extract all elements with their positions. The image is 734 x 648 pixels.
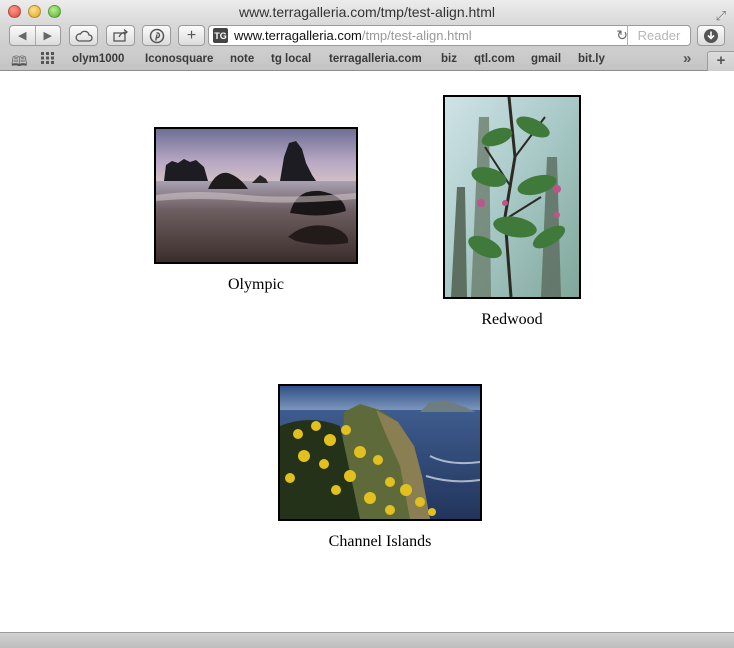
download-icon	[704, 28, 718, 43]
channel-islands-photo	[278, 384, 482, 521]
channel-islands-caption: Channel Islands	[328, 533, 432, 550]
top-sites-grid-icon[interactable]	[41, 51, 55, 67]
add-bookmark-button[interactable]: +	[178, 25, 205, 46]
reader-button[interactable]: Reader	[627, 25, 690, 46]
share-button[interactable]	[106, 25, 135, 46]
bookmark-item[interactable]: terragalleria.com	[329, 53, 422, 65]
back-arrow-icon[interactable]: ◀	[10, 29, 35, 42]
navigation-buttons: ◀ ▶	[9, 25, 61, 46]
redwood-caption: Redwood	[481, 311, 543, 328]
redwood-photo	[443, 95, 581, 299]
olympic-photo	[154, 127, 358, 264]
new-tab-button[interactable]: +	[707, 51, 734, 71]
pinterest-icon	[149, 28, 164, 43]
bookmarks-bar: 🕮 olym1000 Iconosquare note tg local ter…	[0, 48, 734, 71]
url-path: /tmp/test-align.html	[361, 28, 472, 43]
more-bookmarks-chevron-icon[interactable]: »	[683, 50, 691, 67]
downloads-button[interactable]	[697, 25, 725, 46]
bookmark-item[interactable]: olym1000	[72, 53, 124, 65]
bookmark-item[interactable]: qtl.com	[474, 53, 515, 65]
browser-toolbar: ◀ ▶ + TG www.terragalleria.com /tmp/test…	[0, 24, 734, 48]
close-window-button[interactable]	[8, 5, 21, 18]
address-bar[interactable]: TG www.terragalleria.com /tmp/test-align…	[208, 25, 691, 46]
title-bar: www.terragalleria.com/tmp/test-align.htm…	[0, 0, 734, 24]
status-bar	[0, 632, 734, 648]
olympic-caption: Olympic	[228, 276, 284, 293]
cloud-icon	[75, 30, 93, 42]
forward-arrow-icon[interactable]: ▶	[35, 29, 60, 42]
bookmark-item[interactable]: gmail	[531, 53, 561, 65]
url-host: www.terragalleria.com	[234, 28, 362, 43]
window-title: www.terragalleria.com/tmp/test-align.htm…	[239, 4, 495, 20]
bookmark-item[interactable]: tg local	[271, 53, 311, 65]
bookmark-item[interactable]: Iconosquare	[145, 53, 213, 65]
bookmark-item[interactable]: bit.ly	[578, 53, 605, 65]
zoom-window-button[interactable]	[48, 5, 61, 18]
bookmark-item[interactable]: biz	[441, 53, 457, 65]
bookmark-item[interactable]: note	[230, 53, 254, 65]
share-icon	[112, 29, 128, 42]
minimize-window-button[interactable]	[28, 5, 41, 18]
icloud-tabs-button[interactable]	[69, 25, 98, 46]
site-favicon: TG	[213, 28, 228, 43]
pinterest-button[interactable]	[142, 25, 171, 46]
page-content: Olympic Redwood Channel Islands	[0, 72, 734, 632]
